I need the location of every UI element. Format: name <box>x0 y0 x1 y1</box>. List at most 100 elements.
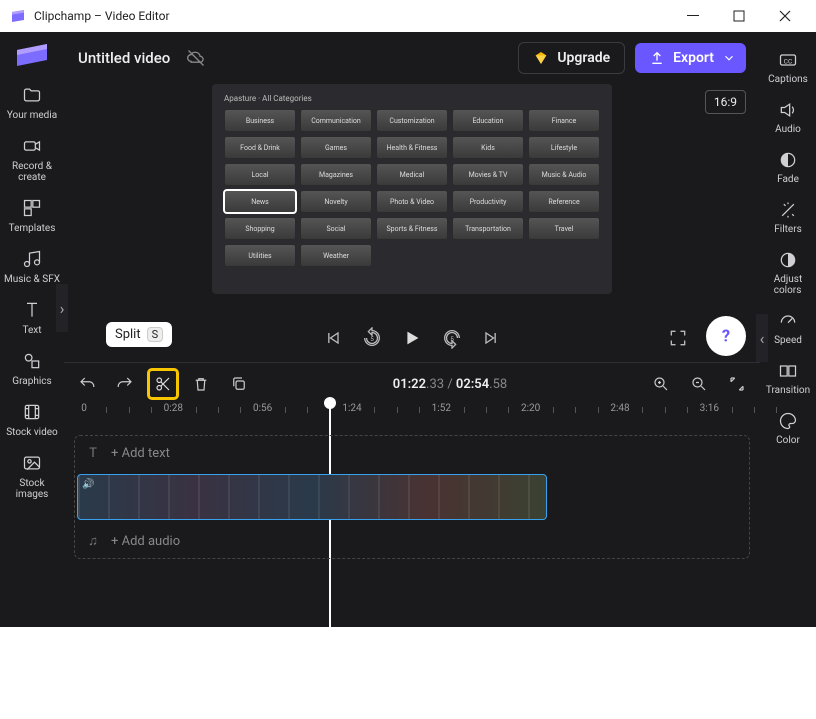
split-tooltip: Split S <box>106 322 172 347</box>
preview-heading: Apasture · All Categories <box>224 94 600 103</box>
preview-tile: Medical <box>376 163 448 186</box>
preview-tile: Novelty <box>300 190 372 213</box>
preview-tile: Sports & Fitness <box>376 217 448 240</box>
speaker-icon <box>777 99 799 121</box>
svg-text:5: 5 <box>370 335 374 343</box>
rr-label: Color <box>776 435 800 446</box>
rail-music-sfx[interactable]: Music & SFX <box>0 242 64 293</box>
rail-label: Music & SFX <box>4 274 60 285</box>
text-icon: T <box>85 446 101 461</box>
rr-label: Fade <box>777 174 799 185</box>
rr-color[interactable]: Color <box>760 405 816 451</box>
video-title[interactable]: Untitled video <box>78 49 170 67</box>
delete-button[interactable] <box>188 371 214 397</box>
export-button[interactable]: Export <box>635 43 746 73</box>
cloud-off-icon[interactable] <box>186 48 206 68</box>
maximize-button[interactable] <box>716 0 762 32</box>
rail-graphics[interactable]: Graphics <box>0 344 64 395</box>
ruler-tick: 2:48 <box>610 403 629 414</box>
preview-tile: Finance <box>528 109 600 132</box>
audio-track[interactable]: ♫ + Add audio <box>75 524 749 558</box>
text-track[interactable]: T + Add text <box>75 436 749 470</box>
filters-icon <box>777 199 799 221</box>
preview-tile: Food & Drink <box>224 136 296 159</box>
graphics-icon <box>21 350 43 372</box>
undo-button[interactable] <box>74 371 100 397</box>
rr-captions[interactable]: CC Captions <box>760 44 816 90</box>
chevron-down-icon <box>722 51 736 65</box>
templates-icon <box>21 197 43 219</box>
minimize-button[interactable] <box>670 0 716 32</box>
rail-templates[interactable]: Templates <box>0 191 64 242</box>
preview-tile: Games <box>300 136 372 159</box>
preview-tile: Transportation <box>452 217 524 240</box>
rr-transition[interactable]: Transition <box>760 355 816 401</box>
ruler-tick: 3:16 <box>700 403 719 414</box>
video-track[interactable]: 🔊 <box>75 472 749 522</box>
preview-tile: Kids <box>452 136 524 159</box>
rail-stock-video[interactable]: Stock video <box>0 395 64 446</box>
rr-fade[interactable]: Fade <box>760 144 816 190</box>
video-preview[interactable]: Apasture · All Categories BusinessCommun… <box>212 84 612 294</box>
skip-end-button[interactable] <box>481 328 501 348</box>
rr-adjust-colors[interactable]: Adjust colors <box>760 244 816 301</box>
rail-stock-images[interactable]: Stock images <box>0 446 64 508</box>
timeline-ruler[interactable]: 00:280:561:241:522:202:483:16 <box>74 403 750 429</box>
rr-filters[interactable]: Filters <box>760 194 816 240</box>
rail-label: Graphics <box>12 376 51 387</box>
rewind-5-button[interactable]: 5 <box>361 327 383 349</box>
skip-start-button[interactable] <box>323 328 343 348</box>
preview-tile: Music & Audio <box>528 163 600 186</box>
diamond-icon <box>533 50 549 66</box>
rr-label: Speed <box>774 335 802 346</box>
rr-label: Filters <box>774 224 802 235</box>
zoom-out-button[interactable] <box>686 371 712 397</box>
video-clip[interactable]: 🔊 <box>77 474 547 520</box>
rr-label: Transition <box>766 385 810 396</box>
preview-tile: Movies & TV <box>452 163 524 186</box>
close-button[interactable] <box>762 0 808 32</box>
redo-button[interactable] <box>112 371 138 397</box>
split-button[interactable] <box>150 371 176 397</box>
right-rail: CC Captions Audio Fade Filters Adjust col… <box>760 32 816 627</box>
zoom-in-button[interactable] <box>648 371 674 397</box>
playback-controls: Split S 5 5 ? ‹ <box>64 314 760 362</box>
window-titlebar: Clipchamp – Video Editor <box>0 0 816 32</box>
music-icon <box>21 248 43 270</box>
contrast-icon <box>777 249 799 271</box>
window-title: Clipchamp – Video Editor <box>34 9 170 23</box>
preview-tile: Customization <box>376 109 448 132</box>
fit-timeline-button[interactable] <box>724 371 750 397</box>
time-total: 02:54 <box>456 377 489 392</box>
aspect-ratio-button[interactable]: 16:9 <box>705 90 746 114</box>
camera-icon <box>21 135 43 157</box>
svg-text:5: 5 <box>450 335 454 343</box>
upgrade-button[interactable]: Upgrade <box>518 42 625 74</box>
rail-label: Stock images <box>16 478 49 500</box>
rr-label: Captions <box>768 74 808 85</box>
fullscreen-button[interactable] <box>668 328 688 348</box>
palette-icon <box>777 410 799 432</box>
speed-icon <box>777 310 799 332</box>
expand-right-panel-button[interactable]: ‹ <box>756 314 768 362</box>
rr-audio[interactable]: Audio <box>760 94 816 140</box>
ruler-tick: 2:20 <box>521 403 540 414</box>
fade-icon <box>777 149 799 171</box>
help-button[interactable]: ? <box>706 316 746 356</box>
app-icon <box>10 8 26 24</box>
preview-tile: Communication <box>300 109 372 132</box>
play-button[interactable] <box>401 327 423 349</box>
rail-text[interactable]: Text <box>0 293 64 344</box>
preview-tile: Shopping <box>224 217 296 240</box>
rail-your-media[interactable]: Your media <box>0 78 64 129</box>
rr-speed[interactable]: Speed <box>760 305 816 351</box>
time-current-frac: .33 <box>426 377 444 392</box>
preview-tile: Business <box>224 109 296 132</box>
rail-record-create[interactable]: Record & create <box>0 129 64 191</box>
captions-icon: CC <box>777 49 799 71</box>
upload-icon <box>649 50 665 66</box>
duplicate-button[interactable] <box>226 371 252 397</box>
text-icon <box>21 299 43 321</box>
forward-5-button[interactable]: 5 <box>441 327 463 349</box>
preview-area: 16:9 Apasture · All Categories BusinessC… <box>64 84 760 314</box>
